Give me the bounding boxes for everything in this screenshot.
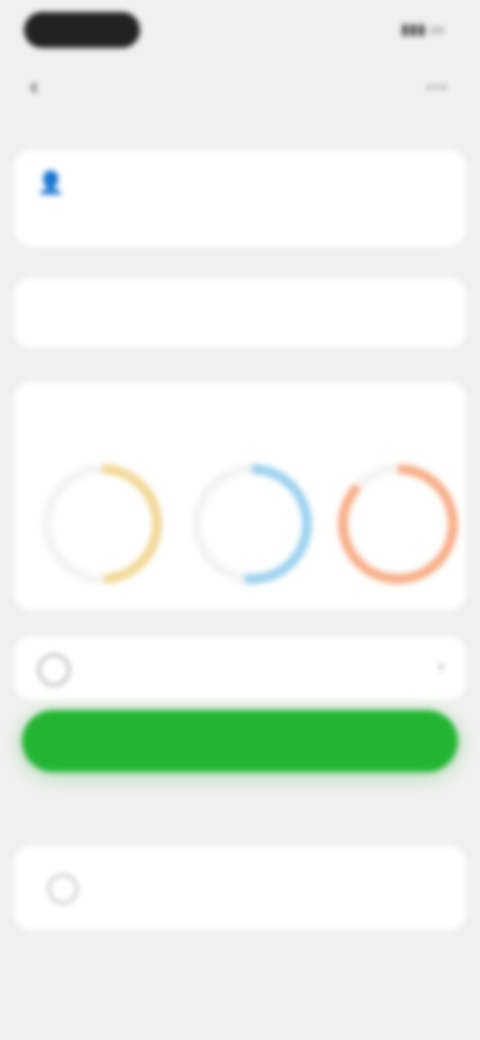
gauge-2 [192,464,312,584]
gauge-1 [42,464,162,584]
gauge-1-value [62,532,142,562]
gauge-2-value [212,532,292,562]
nutrition-card [14,382,466,610]
status-indicators: ▮▮▮ ▭ [356,20,444,40]
metric-card[interactable] [14,278,466,348]
person-icon: 👤 [37,170,65,195]
log-row[interactable]: › [14,636,466,700]
page-title [150,74,330,102]
gauge-3-value [358,532,438,562]
check-icon[interactable] [38,654,70,686]
menu-icon[interactable]: ⋯ [422,72,452,102]
primary-action-button[interactable] [22,710,458,772]
bottom-card[interactable] [14,846,466,930]
circle-icon [48,874,78,904]
back-icon[interactable]: ‹ [30,72,60,102]
status-signal-icon: ▮▮▮ [400,21,426,38]
chevron-right-icon: › [438,656,444,676]
gauge-3 [338,464,458,584]
status-pill [24,12,140,48]
profile-card[interactable]: 👤 [14,150,466,246]
status-battery-icon: ▭ [429,21,444,38]
